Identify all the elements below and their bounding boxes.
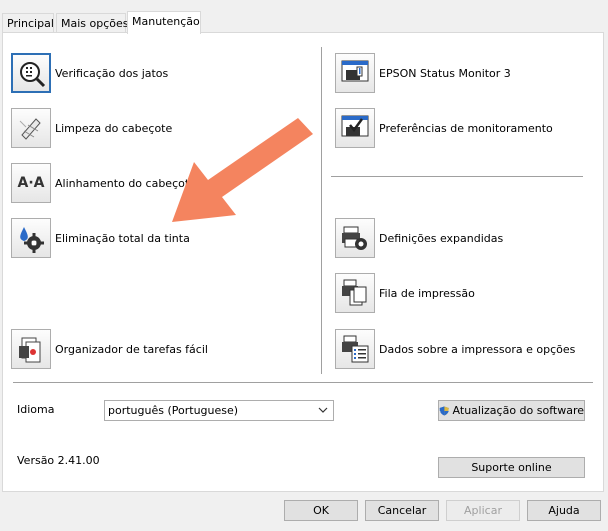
tab-label: Mais opções [61, 17, 129, 30]
language-select[interactable]: português (Portuguese) [104, 400, 334, 421]
tab-principal[interactable]: Principal [2, 13, 54, 33]
help-label: Ajuda [548, 504, 580, 517]
maintenance-panel: Verificação dos jatos Limpeza do cabeçot… [2, 32, 604, 492]
item-label: Alinhamento do cabeçote [55, 176, 196, 190]
online-support-button[interactable]: Suporte online [438, 457, 585, 478]
print-queue-icon [335, 273, 375, 313]
apply-label: Aplicar [464, 504, 502, 517]
column-divider [321, 47, 322, 374]
online-support-label: Suporte online [471, 461, 552, 474]
ok-button[interactable]: OK [284, 500, 358, 521]
software-update-button[interactable]: Atualização do software [438, 400, 585, 421]
head-cleaning-button[interactable]: Limpeza do cabeçote [11, 108, 172, 148]
item-label: Verificação dos jatos [55, 66, 169, 80]
apply-button: Aplicar [446, 500, 520, 521]
item-label: Preferências de monitoramento [379, 121, 553, 135]
tab-label: Principal [7, 17, 54, 30]
item-label: Eliminação total da tinta [55, 231, 190, 245]
head-alignment-button[interactable]: A·A Alinhamento do cabeçote [11, 163, 196, 203]
extended-settings-button[interactable]: Definições expandidas [335, 218, 503, 258]
help-button[interactable]: Ajuda [527, 500, 601, 521]
language-selected-value: português (Portuguese) [108, 404, 239, 417]
nozzle-check-icon [11, 53, 51, 93]
item-label: Dados sobre a impressora e opções [379, 342, 576, 356]
item-label: Organizador de tarefas fácil [55, 342, 208, 356]
nozzle-check-button[interactable]: Verificação dos jatos [11, 53, 168, 93]
monitoring-preferences-button[interactable]: Preferências de monitoramento [335, 108, 553, 148]
status-monitor-icon [335, 53, 375, 93]
head-cleaning-icon [11, 108, 51, 148]
printer-info-icon [335, 329, 375, 369]
item-label: EPSON Status Monitor 3 [379, 66, 511, 80]
job-arranger-button[interactable]: Organizador de tarefas fácil [11, 329, 208, 369]
item-label: Limpeza do cabeçote [55, 121, 173, 135]
cancel-button[interactable]: Cancelar [365, 500, 439, 521]
ink-flush-icon [11, 218, 51, 258]
alignment-glyph: A·A [17, 175, 45, 191]
job-arranger-icon [11, 329, 51, 369]
print-queue-button[interactable]: Fila de impressão [335, 273, 475, 313]
head-alignment-icon: A·A [11, 163, 51, 203]
item-label: Definições expandidas [379, 231, 504, 245]
shield-icon [439, 405, 449, 416]
status-monitor-button[interactable]: EPSON Status Monitor 3 [335, 53, 511, 93]
chevron-down-icon [318, 407, 328, 413]
ink-flush-button[interactable]: Eliminação total da tinta [11, 218, 190, 258]
tab-mais-opcoes[interactable]: Mais opções [56, 13, 129, 33]
monitoring-preferences-icon [335, 108, 375, 148]
tab-label: Manutenção [132, 15, 200, 28]
section-divider [331, 176, 583, 177]
printer-info-button[interactable]: Dados sobre a impressora e opções [335, 329, 575, 369]
software-update-label: Atualização do software [452, 404, 584, 417]
tab-manutencao[interactable]: Manutenção [127, 11, 201, 34]
extended-settings-icon [335, 218, 375, 258]
version-text: Versão 2.41.00 [17, 454, 100, 467]
ok-label: OK [313, 504, 329, 517]
cancel-label: Cancelar [377, 504, 427, 517]
language-label: Idioma [17, 403, 55, 416]
item-label: Fila de impressão [379, 286, 475, 300]
bottom-divider [13, 382, 593, 383]
